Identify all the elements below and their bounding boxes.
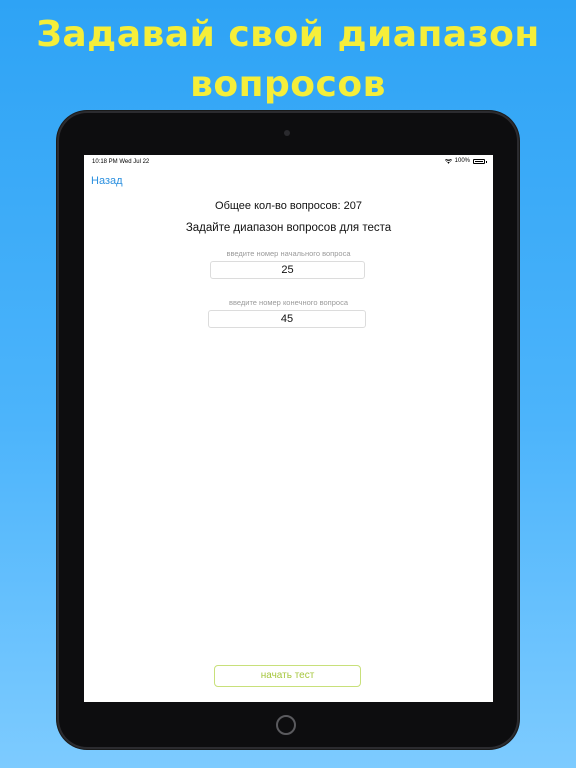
status-bar: 10:18 PM Wed Jul 22 100% <box>84 155 493 169</box>
start-test-button[interactable]: начать тест <box>214 665 361 687</box>
range-prompt: Задайте диапазон вопросов для теста <box>185 222 392 234</box>
wifi-icon <box>444 158 452 164</box>
front-camera <box>284 130 290 136</box>
ipad-frame: 10:18 PM Wed Jul 22 100% Назад Общее кол… <box>57 111 519 749</box>
promo-headline-line2: вопросов <box>190 64 386 105</box>
home-button[interactable] <box>276 715 296 735</box>
status-right: 100% <box>444 158 487 164</box>
promo-headline: Задавай свой диапазон вопросов <box>0 10 576 110</box>
battery-percent: 100% <box>454 158 470 164</box>
back-button[interactable]: Назад <box>91 175 123 187</box>
end-question-input[interactable] <box>208 310 366 328</box>
battery-icon <box>473 158 487 164</box>
start-question-input[interactable] <box>210 261 365 279</box>
end-question-hint: введите номер конечного вопроса <box>228 298 348 307</box>
total-questions-label: Общее кол-во вопросов: 207 <box>215 200 362 212</box>
app-screen: 10:18 PM Wed Jul 22 100% Назад Общее кол… <box>84 155 493 702</box>
promo-headline-line1: Задавай свой диапазон <box>36 14 540 55</box>
battery-fill <box>475 160 483 162</box>
start-question-hint: введите номер начального вопроса <box>226 249 351 258</box>
status-time: 10:18 PM Wed Jul 22 <box>92 159 150 165</box>
